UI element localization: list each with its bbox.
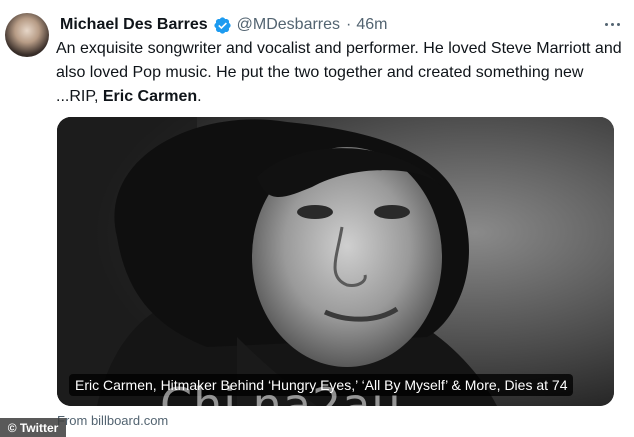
card-source[interactable]: From billboard.com [57,413,168,428]
tweet-text-mention: Eric Carmen [102,88,198,105]
author-handle[interactable]: @MDesbarres [237,16,340,34]
card-photo [57,117,614,406]
tweet-text-end: . [197,88,202,105]
timestamp[interactable]: 46m [356,16,387,34]
separator-dot: · [346,16,352,33]
avatar[interactable] [5,13,49,57]
author-name[interactable]: Michael Des Barres [60,16,208,34]
tweet-header: Michael Des Barres @MDesbarres · 46m [60,14,624,36]
card-caption: Eric Carmen, Hitmaker Behind ‘Hungry Eye… [69,374,574,396]
link-card[interactable]: Eric Carmen, Hitmaker Behind ‘Hungry Eye… [57,117,614,406]
more-options-icon[interactable] [602,14,622,34]
tweet-text: An exquisite songwriter and vocalist and… [56,37,626,109]
twitter-credit-badge: © Twitter [0,418,66,437]
verified-badge-icon [214,16,231,34]
